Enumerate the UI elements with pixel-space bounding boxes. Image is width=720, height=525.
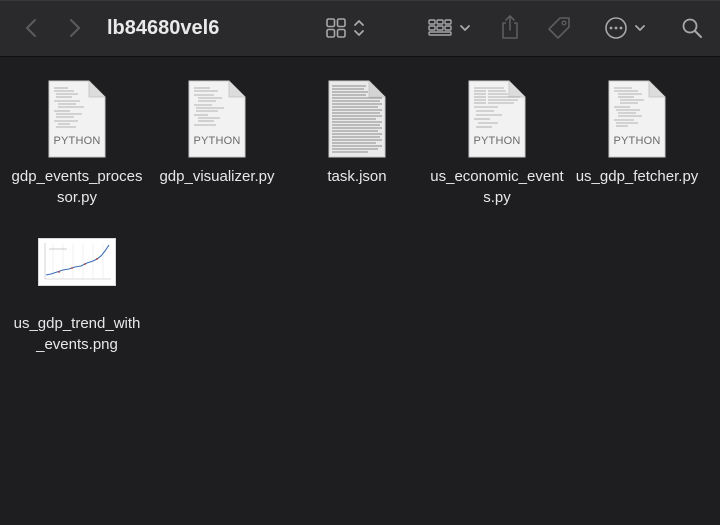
share-icon: [502, 15, 518, 39]
chevron-down-icon: [635, 25, 645, 31]
file-type-label: PYTHON: [193, 135, 241, 147]
window-title: lb84680vel6: [107, 17, 220, 39]
file-name: gdp_visualizer.py: [159, 168, 275, 185]
file-item[interactable]: PYTHON gdp_events_processor.py: [7, 80, 147, 208]
group-by-button[interactable]: [424, 14, 474, 42]
chevron-right-icon: [70, 19, 80, 37]
python-file-icon: PYTHON: [608, 80, 666, 158]
file-name: us_gdp_fetcher.py: [575, 168, 699, 185]
view-mode-button[interactable]: [320, 14, 370, 42]
chevron-left-icon: [26, 19, 36, 37]
file-grid: PYTHON gdp_events_processor.py PYTHON gd…: [0, 57, 720, 525]
file-item[interactable]: PYTHON us_economic_events.py: [427, 80, 567, 208]
file-type-label: PYTHON: [613, 135, 661, 147]
file-type-label: PYTHON: [53, 135, 101, 147]
chevron-updown-icon: [354, 20, 364, 36]
python-file-icon: PYTHON: [48, 80, 106, 158]
search-button[interactable]: [678, 14, 706, 42]
toolbar: lb84680vel6: [0, 0, 720, 57]
python-file-icon: PYTHON: [188, 80, 246, 158]
python-file-icon: PYTHON: [468, 80, 526, 158]
file-item[interactable]: task.json: [287, 80, 427, 187]
file-name: us_economic_events.py: [430, 168, 564, 206]
chevron-down-icon: [460, 25, 470, 31]
back-button[interactable]: [20, 16, 42, 40]
search-icon: [682, 18, 702, 38]
file-name: task.json: [327, 168, 387, 185]
forward-button[interactable]: [64, 16, 86, 40]
tag-icon: [548, 17, 570, 39]
file-item[interactable]: us_gdp_trend_with_events.png: [7, 223, 147, 355]
file-item[interactable]: PYTHON gdp_visualizer.py: [147, 80, 287, 187]
file-type-label: PYTHON: [473, 135, 521, 147]
tag-button[interactable]: [544, 14, 574, 42]
group-by-icon: [428, 19, 452, 36]
ellipsis-circle-icon: [605, 17, 627, 39]
file-name: us_gdp_trend_with_events.png: [13, 315, 141, 353]
grid-view-icon: [326, 18, 346, 38]
file-name: gdp_events_processor.py: [11, 168, 143, 206]
more-actions-button[interactable]: [600, 14, 650, 42]
share-button[interactable]: [496, 12, 524, 42]
file-item[interactable]: PYTHON us_gdp_fetcher.py: [567, 80, 707, 187]
image-thumbnail-icon: [39, 239, 115, 285]
json-file-icon: [328, 80, 386, 158]
